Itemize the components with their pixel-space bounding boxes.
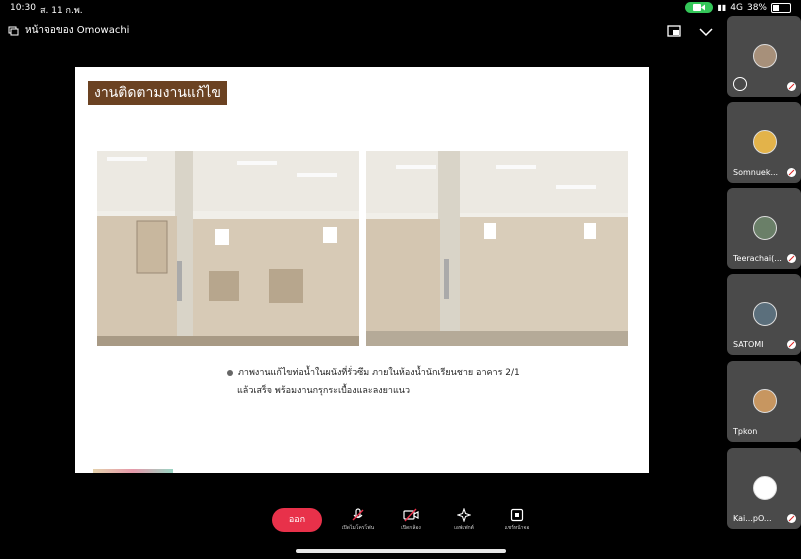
participant-tile[interactable]: SATOMI	[727, 274, 801, 355]
participant-name: Teerachai(...	[733, 254, 782, 263]
avatar	[753, 476, 777, 500]
screen-share-icon	[8, 26, 19, 35]
camera-button[interactable]: เปิดกล้อง	[386, 508, 436, 531]
status-time: 10:30	[10, 3, 36, 13]
mic-off-icon	[352, 508, 364, 521]
effects-button[interactable]: เอฟเฟกต์	[439, 508, 489, 531]
mic-muted-icon	[787, 514, 796, 523]
status-bar: 10:30 ส. 11 ก.พ. ▮▮ 4G 38%	[0, 0, 801, 16]
leave-button[interactable]: ออก	[272, 508, 322, 532]
participant-tile[interactable]: Tpkon	[727, 361, 801, 442]
unmute-button[interactable]: เปิดไมโครโฟน	[333, 508, 383, 531]
home-indicator[interactable]	[296, 549, 506, 553]
avatar	[753, 216, 777, 240]
slide-bullet-line-2: แล้วเสร็จ พร้อมงานกรุกระเบื้องและลงยาแนว	[237, 386, 410, 396]
mic-muted-icon	[787, 340, 796, 349]
mic-muted-icon	[787, 168, 796, 177]
battery-icon	[771, 2, 791, 13]
participant-tile[interactable]: Teerachai(...	[727, 188, 801, 269]
top-actions	[667, 22, 713, 41]
avatar	[753, 130, 777, 154]
slide-photo-after	[366, 151, 628, 346]
camera-off-icon	[403, 508, 419, 522]
participant-name: Somnuek...	[733, 168, 779, 177]
share-owner-text: หน้าจอของ Omowachi	[25, 25, 130, 36]
mic-muted-icon	[787, 254, 796, 263]
effects-label: เอฟเฟกต์	[454, 525, 474, 531]
emoji-reaction-icon[interactable]	[733, 77, 747, 91]
bullet-icon	[227, 369, 233, 376]
camera-label: เปิดกล้อง	[401, 525, 421, 531]
share-screen-button[interactable]: แชร์หน้าจอ	[492, 508, 542, 531]
slide-title: งานติดตามงานแก้ไข	[88, 81, 227, 105]
camera-indicator-icon	[685, 2, 714, 13]
signal-icon: ▮▮	[717, 3, 727, 12]
avatar	[753, 389, 777, 413]
network-type: 4G	[730, 2, 743, 13]
slide-photo-before	[97, 151, 359, 346]
present-icon	[510, 508, 524, 522]
participant-name: Kai...pO...	[733, 514, 772, 523]
participant-tile[interactable]	[727, 16, 801, 97]
slide-bullet-line-1: ภาพงานแก้ไขท่อน้ำในผนังที่รั่วซึม ภายในห…	[227, 365, 520, 379]
battery-percent: 38%	[746, 2, 767, 13]
participant-name: SATOMI	[733, 340, 764, 349]
sparkles-icon	[457, 508, 471, 522]
screen-share-label: หน้าจอของ Omowachi	[8, 23, 129, 38]
pip-icon[interactable]	[667, 22, 681, 41]
share-screen-label: แชร์หน้าจอ	[504, 525, 530, 531]
avatar	[753, 44, 777, 68]
status-date: ส. 11 ก.พ.	[40, 6, 83, 16]
mic-muted-icon	[787, 82, 796, 91]
status-right: ▮▮ 4G 38%	[685, 2, 791, 13]
meeting-topbar: หน้าจอของ Omowachi	[0, 20, 725, 42]
chevron-down-icon[interactable]	[699, 22, 713, 41]
meeting-controls: ออก เปิดไมโครโฟน เปิดกล้อง เอฟเฟกต์ แชร์…	[0, 490, 725, 550]
unmute-label: เปิดไมโครโฟน	[341, 525, 375, 531]
participant-tile[interactable]: Somnuek...	[727, 102, 801, 183]
slide-bullet-text-1: ภาพงานแก้ไขท่อน้ำในผนังที่รั่วซึม ภายในห…	[238, 368, 520, 378]
avatar	[753, 302, 777, 326]
participant-tile[interactable]: Kai...pO...	[727, 448, 801, 529]
slide-footer-decoration	[93, 469, 173, 473]
shared-slide: งานติดตามงานแก้ไข ภาพงานแก้ไขท่อน้ำในผนั…	[75, 67, 649, 473]
participant-name: Tpkon	[733, 427, 758, 436]
